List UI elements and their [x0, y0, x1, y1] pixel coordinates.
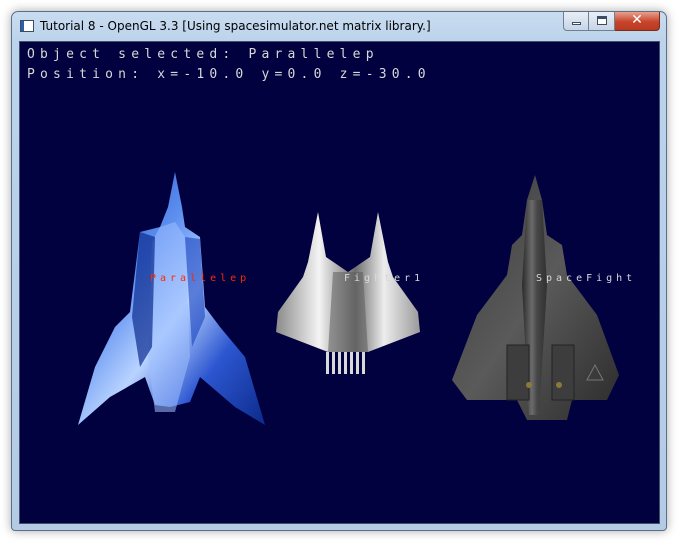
- maximize-icon: [597, 16, 607, 25]
- maximize-button[interactable]: [589, 12, 615, 31]
- title-bar[interactable]: Tutorial 8 - OpenGL 3.3 [Using spacesimu…: [12, 12, 666, 42]
- blue-fighter-model[interactable]: [60, 167, 265, 427]
- close-button[interactable]: ✕: [615, 12, 660, 31]
- caption-buttons: ✕: [563, 12, 660, 32]
- minimize-button[interactable]: [563, 12, 589, 31]
- window-title: Tutorial 8 - OpenGL 3.3 [Using spacesimu…: [40, 19, 431, 33]
- grey-spaceship-model[interactable]: [447, 175, 627, 425]
- hud-position: Position: x=-10.0 y=0.0 z=-30.0: [27, 67, 431, 82]
- ship-label-spacefight: SpaceFight: [536, 273, 637, 284]
- minimize-icon: [572, 22, 581, 25]
- app-window: Tutorial 8 - OpenGL 3.3 [Using spacesimu…: [11, 11, 667, 531]
- ship-label-fighter1: Fighter1: [344, 273, 425, 284]
- hud-object-selected: Object selected: Parallelep: [27, 47, 379, 62]
- opengl-viewport[interactable]: Object selected: Parallelep Position: x=…: [19, 41, 660, 524]
- silver-fighter-model[interactable]: [268, 202, 428, 374]
- close-icon: ✕: [631, 12, 643, 28]
- ship-label-parallelep: Parallelep: [150, 273, 251, 284]
- app-icon[interactable]: [20, 20, 34, 32]
